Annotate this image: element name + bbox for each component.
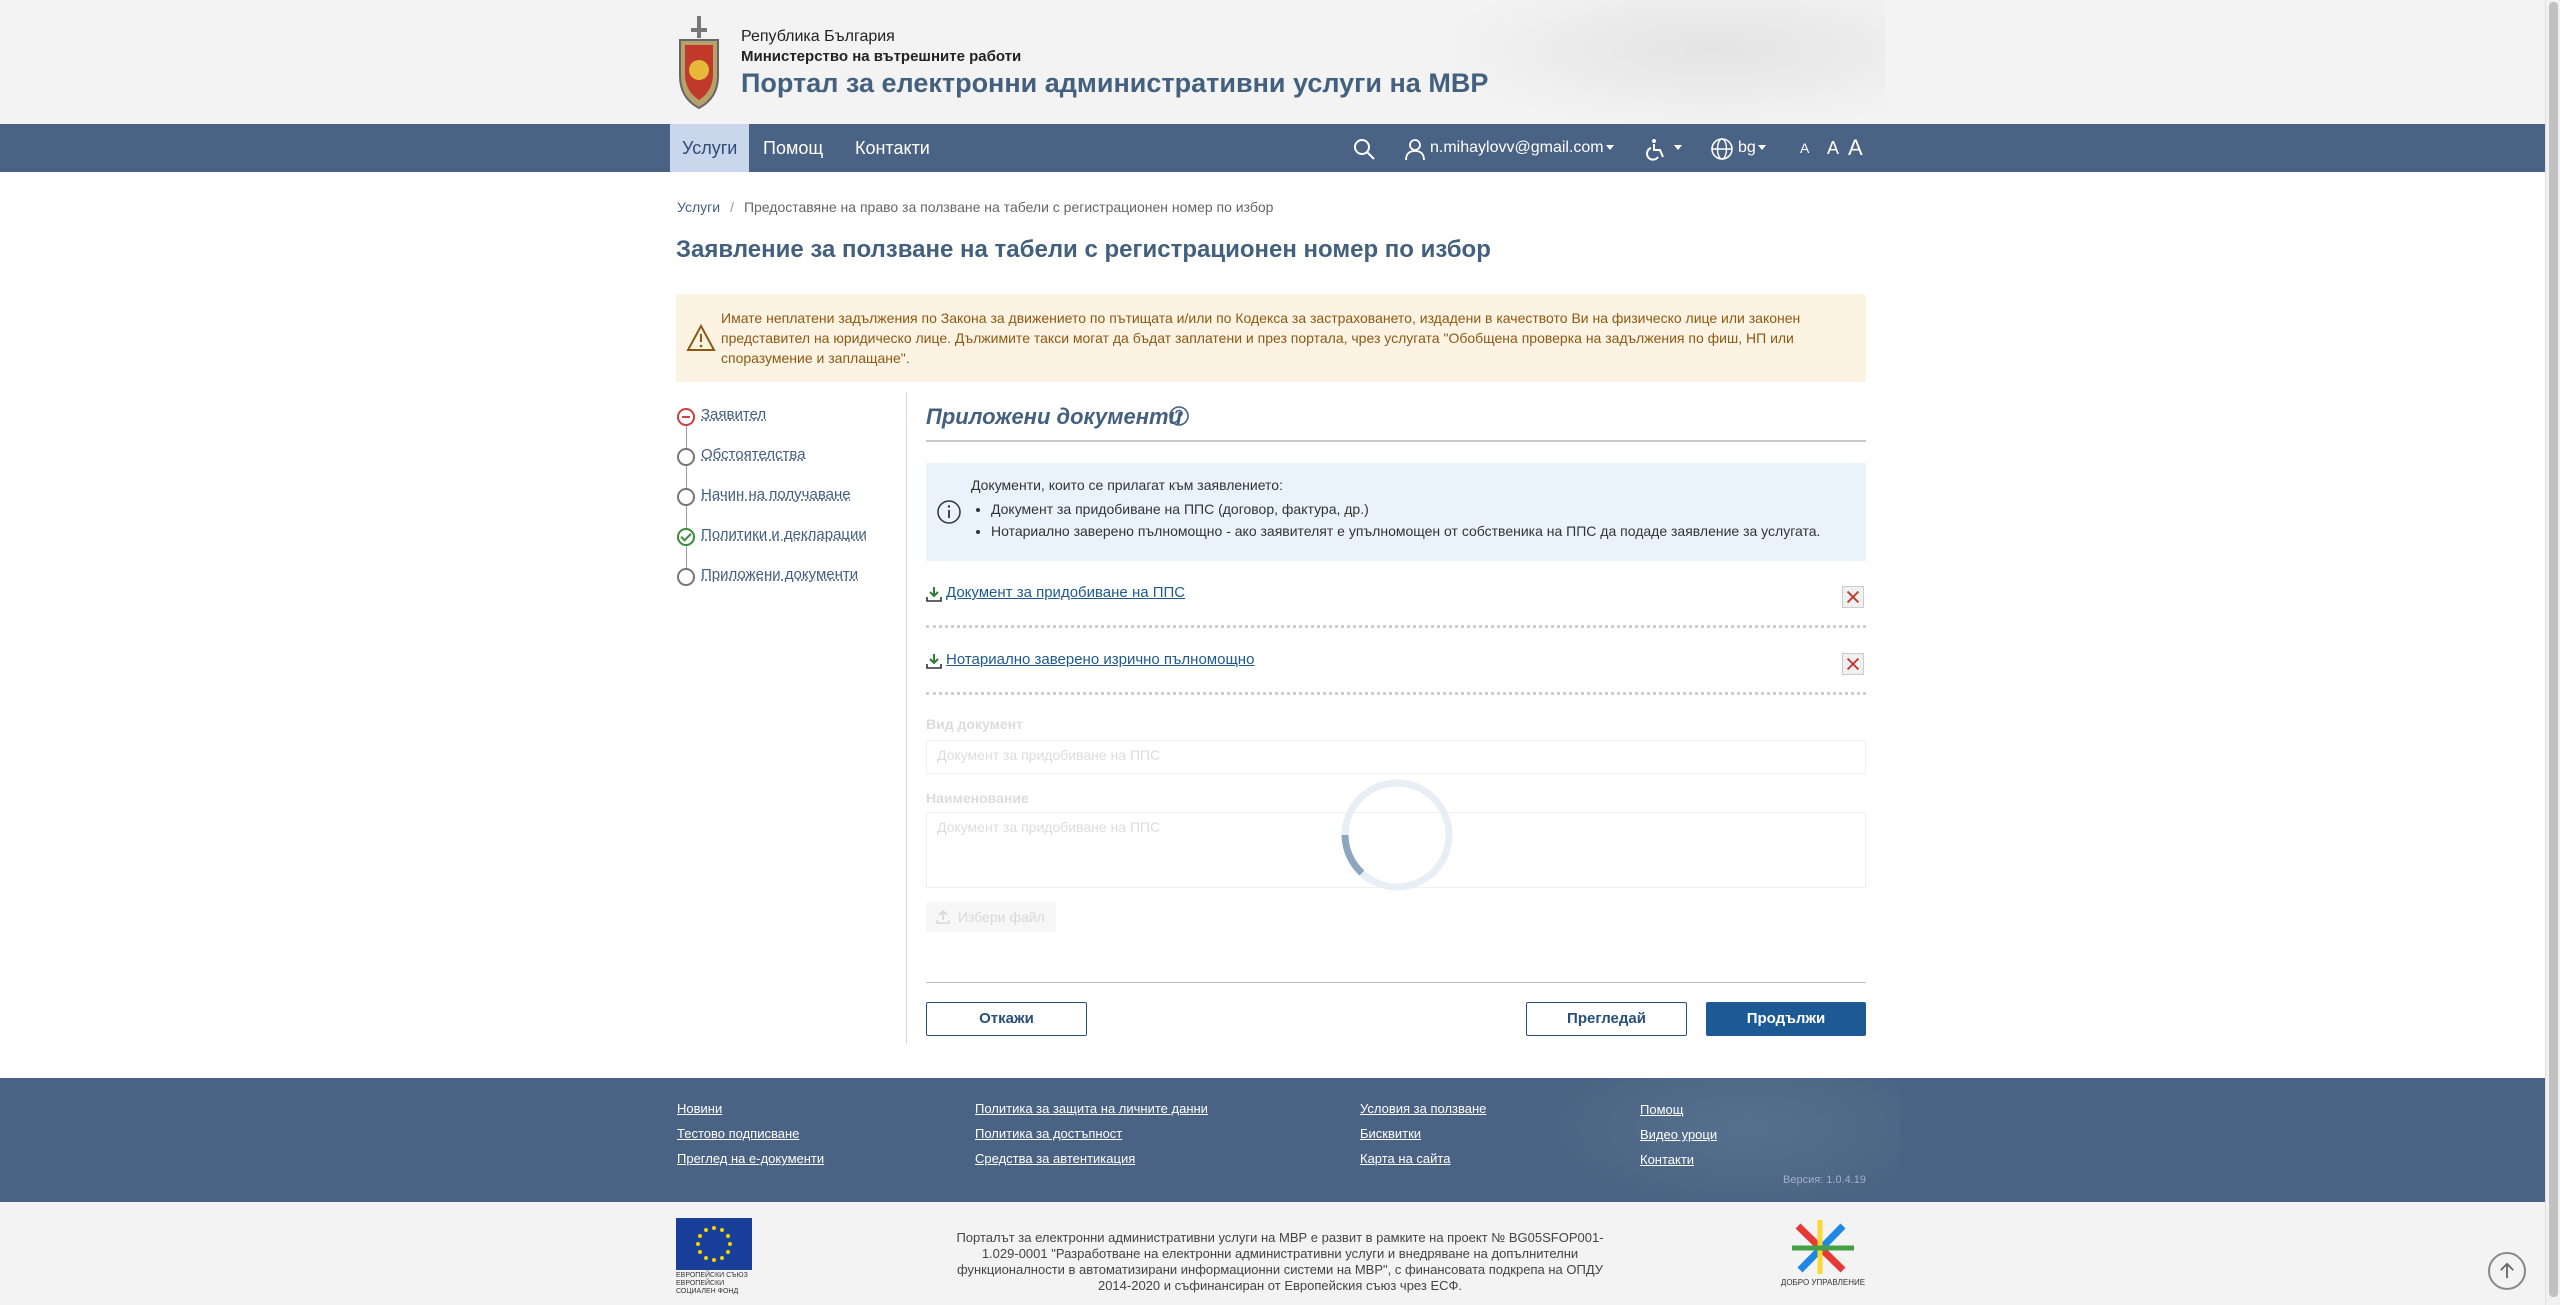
- step-error-icon: [677, 408, 695, 426]
- step-label[interactable]: Начин на получаване: [701, 486, 851, 503]
- user-menu[interactable]: n.mihaylovv@gmail.com: [1430, 124, 1614, 172]
- globe-icon[interactable]: [1710, 137, 1734, 161]
- breadcrumb-current: Предоставяне на право за ползване на таб…: [743, 199, 1274, 215]
- footer-link-cookies[interactable]: Бисквитки: [1360, 1126, 1421, 1141]
- footer-link-help[interactable]: Помощ: [1640, 1102, 1683, 1117]
- footer-link-accessibility[interactable]: Политика за достъпност: [975, 1126, 1122, 1141]
- language-code: bg: [1738, 139, 1756, 156]
- good-governance-logo: ДОБРО УПРАВЛЕНИЕ: [1780, 1218, 1866, 1290]
- actions-divider: [926, 982, 1866, 983]
- accessibility-chevron-icon[interactable]: [1674, 145, 1682, 150]
- chevron-down-icon: [1605, 145, 1614, 151]
- info-intro: Документи, които се прилагат към заявлен…: [971, 477, 1283, 493]
- user-email: n.mihaylovv@gmail.com: [1430, 139, 1604, 156]
- pick-file-label: Избери файл: [958, 909, 1045, 925]
- doc-type-field[interactable]: Документ за придобиване на ППС: [926, 740, 1866, 774]
- footer-link-contacts[interactable]: Контакти: [1640, 1152, 1694, 1167]
- step-empty-icon: [677, 488, 695, 506]
- footer-link-sitemap[interactable]: Карта на сайта: [1360, 1151, 1450, 1166]
- font-size-normal[interactable]: A: [1827, 124, 1839, 172]
- footer-link-privacy[interactable]: Политика за защита на личните данни: [975, 1101, 1208, 1116]
- language-chevron-icon: [1757, 145, 1766, 151]
- loading-spinner-icon: [1341, 779, 1453, 891]
- step-label[interactable]: Приложени документи: [701, 566, 858, 583]
- page-scrollbar[interactable]: [2545, 0, 2560, 1305]
- eu-logo: ЕВРОПЕЙСКИ СЪЮЗ ЕВРОПЕЙСКИ СОЦИАЛЕН ФОНД: [676, 1218, 752, 1298]
- document-row: Нотариално заверено изрично пълномощно: [926, 643, 1866, 695]
- step-empty-icon: [677, 448, 695, 466]
- language-selector[interactable]: bg: [1738, 124, 1766, 172]
- help-icon[interactable]: [1168, 405, 1190, 427]
- section-title: Приложени документи: [926, 404, 1183, 429]
- pick-file-button[interactable]: Избери файл: [926, 902, 1056, 932]
- site-header: [0, 0, 2545, 124]
- document-row: Документ за придобиване на ППС: [926, 576, 1866, 628]
- nav-contacts[interactable]: Контакти: [843, 124, 942, 172]
- version-label: Версия: 1.0.4.19: [1783, 1174, 1867, 1186]
- header-ministry: Министерство на вътрешните работи: [741, 48, 1022, 65]
- continue-button[interactable]: Продължи: [1706, 1002, 1866, 1036]
- footer-link-terms[interactable]: Условия за ползване: [1360, 1101, 1486, 1116]
- good-governance-text: ДОБРО УПРАВЛЕНИЕ: [1780, 1278, 1866, 1287]
- cancel-button[interactable]: Откажи: [926, 1002, 1087, 1036]
- remove-document-button[interactable]: [1842, 653, 1864, 675]
- warning-icon: [686, 324, 716, 351]
- download-icon[interactable]: [926, 586, 942, 602]
- step-label[interactable]: Политики и декларации: [701, 526, 867, 543]
- scrollbar-thumb[interactable]: [2549, 2, 2558, 1297]
- document-link[interactable]: Нотариално заверено изрично пълномощно: [946, 651, 1254, 668]
- site-footer: [0, 1078, 2545, 1202]
- debt-warning-alert: Имате неплатени задължения по Закона за …: [676, 294, 1866, 382]
- search-icon[interactable]: [1352, 137, 1376, 161]
- upload-icon: [936, 910, 950, 924]
- doc-type-label: Вид документ: [926, 716, 1023, 732]
- info-icon: [937, 500, 961, 524]
- header-republic: Република България: [741, 28, 895, 45]
- font-size-decrease[interactable]: A: [1800, 124, 1809, 172]
- download-icon[interactable]: [926, 653, 942, 669]
- scroll-to-top-button[interactable]: [2488, 1252, 2526, 1290]
- breadcrumb-home[interactable]: Услуги: [677, 199, 720, 215]
- info-list: Документ за придобиване на ППС (договор,…: [991, 501, 1820, 545]
- footer-link-authentication[interactable]: Средства за автентикация: [975, 1151, 1135, 1166]
- footer-link-edocuments[interactable]: Преглед на е-документи: [677, 1151, 824, 1166]
- info-list-item: Документ за придобиване на ППС (договор,…: [991, 501, 1820, 517]
- breadcrumb-separator: /: [730, 199, 734, 215]
- info-box: Документи, които се прилагат към заявлен…: [926, 463, 1866, 561]
- project-disclaimer: Порталът за електронни административни у…: [956, 1230, 1604, 1293]
- nav-services[interactable]: Услуги: [670, 124, 750, 172]
- document-link[interactable]: Документ за придобиване на ППС: [946, 584, 1185, 601]
- header-lion-background: [1455, 0, 1885, 124]
- info-list-item: Нотариално заверено пълномощно - ако зая…: [991, 523, 1820, 539]
- ministry-crest-logo[interactable]: [676, 14, 722, 110]
- breadcrumb: Услуги / Предоставяне на право за ползване…: [677, 199, 1273, 215]
- footer-link-news[interactable]: Новини: [677, 1101, 722, 1116]
- step-label[interactable]: Обстоятелства: [701, 446, 806, 463]
- page-title: Заявление за ползване на табели с регист…: [676, 236, 1491, 263]
- footer-link-test-signing[interactable]: Тестово подписване: [677, 1126, 799, 1141]
- warning-text: Имате неплатени задължения по Закона за …: [721, 310, 1801, 366]
- name-label: Наименование: [926, 790, 1029, 806]
- content-divider: [906, 392, 907, 1044]
- nav-help[interactable]: Помощ: [751, 124, 835, 172]
- main-navbar: Услуги Помощ Контакти n.mihaylovv@gmail.…: [0, 124, 2545, 172]
- eu-flag-icon: [676, 1218, 752, 1270]
- footer-link-video-tutorials[interactable]: Видео уроци: [1640, 1127, 1717, 1142]
- step-check-icon: [677, 528, 695, 546]
- eu-logo-text: ЕВРОПЕЙСКИ СЪЮЗ ЕВРОПЕЙСКИ СОЦИАЛЕН ФОНД: [676, 1272, 748, 1295]
- header-portal-title[interactable]: Портал за електронни административни усл…: [741, 68, 1488, 99]
- font-size-increase[interactable]: A: [1848, 124, 1863, 172]
- step-empty-icon: [677, 568, 695, 586]
- section-divider: [926, 440, 1866, 442]
- remove-document-button[interactable]: [1842, 586, 1864, 608]
- step-label[interactable]: Заявител: [701, 406, 766, 423]
- user-icon[interactable]: [1403, 137, 1427, 161]
- good-governance-icon: [1792, 1220, 1854, 1274]
- review-button[interactable]: Прегледай: [1526, 1002, 1687, 1036]
- accessibility-icon[interactable]: [1645, 137, 1669, 161]
